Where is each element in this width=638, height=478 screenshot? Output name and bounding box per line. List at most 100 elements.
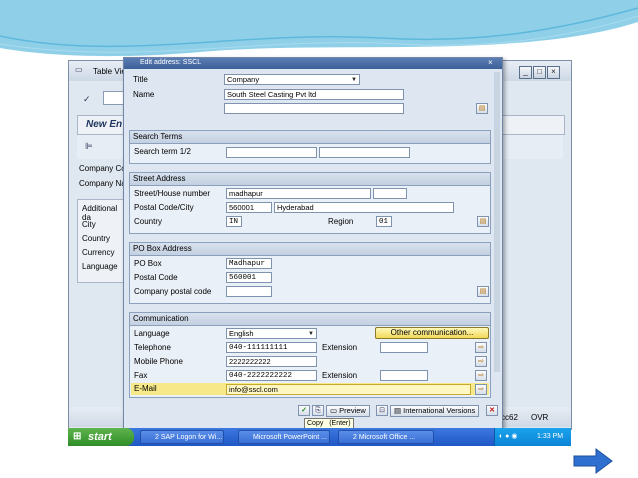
fax-extension-field[interactable] [380,370,428,381]
start-button[interactable]: ⊞ start [68,428,134,446]
city-value: Hyderabad [277,203,314,212]
dialog-title: Edit address: SSCL [140,59,202,66]
close-icon[interactable]: × [547,66,560,79]
postal-city-label: Postal Code/City [134,203,194,212]
bg-label-city: City [82,220,96,229]
task-powerpoint[interactable]: Microsoft PowerPoint ... [238,430,330,444]
layout-icon[interactable]: ⊫ [85,141,93,152]
task-office-label: 2 Microsoft Office ... [353,434,416,441]
international-versions-button[interactable]: ▤ International Versions [390,405,480,417]
country-value: IN [229,218,239,226]
telephone-value: 040-111111111 [229,344,288,352]
command-field[interactable] [103,91,125,105]
language-select[interactable]: English [226,328,317,339]
email-field[interactable]: info@sscl.com [226,384,471,395]
country-field[interactable]: IN [226,216,242,227]
search-term-2-field[interactable] [319,147,410,158]
postal-code-field[interactable]: 560001 [226,202,272,213]
status-mode: OVR [531,413,549,422]
other-communication-button[interactable]: Other communication... [375,327,489,339]
telephone-more-icon[interactable]: ⇨ [475,342,487,353]
company-postal-label: Company postal code [134,287,212,296]
task-powerpoint-label: Microsoft PowerPoint ... [253,434,327,441]
mobile-field[interactable]: 2222222222 [226,356,317,367]
po-more-fields-icon[interactable]: ▤ [477,286,489,297]
banner-title: New En [86,119,123,130]
windows-logo-icon: ⊞ [73,431,82,442]
tray-icons[interactable]: ◐ ● ◉ [499,428,517,446]
language-value: English [229,329,254,338]
telephone-extension-field[interactable] [380,342,428,353]
street-value: madhapur [229,189,263,198]
fax-more-icon[interactable]: ⇨ [475,370,487,381]
bg-label-country: Country [82,234,111,243]
bg-label-company-name: Company Nar [79,179,129,188]
po-postal-value: 560001 [229,274,257,282]
name-field-2[interactable] [224,103,404,114]
street-address-header: Street Address [130,173,490,186]
search-terms-header: Search Terms [130,131,490,144]
communication-group: Communication Language English Other com… [129,312,491,398]
lock-icon[interactable]: ⊡ [376,405,388,416]
street-label: Street/House number [134,189,211,198]
company-postal-field[interactable] [226,286,272,297]
region-field[interactable]: 01 [376,216,392,227]
maximize-icon[interactable]: □ [533,66,546,79]
dialog-close-icon[interactable]: × [488,58,493,67]
street-more-fields-icon[interactable]: ▤ [477,216,489,227]
mobile-more-icon[interactable]: ⇨ [475,356,487,367]
telephone-label: Telephone [134,343,171,352]
international-versions-label: International Versions [403,406,476,415]
region-label: Region [328,217,354,226]
copy-icon[interactable]: ⎘ [312,405,324,416]
po-box-label: PO Box [134,259,162,268]
task-office[interactable]: 2 Microsoft Office ... [338,430,434,444]
enter-check-icon[interactable]: ✓ [83,94,91,105]
fax-extension-label: Extension [322,371,358,380]
dialog-scrollbar[interactable] [494,72,500,372]
name-field[interactable]: South Steel Casting Pvt ltd [224,89,404,100]
bg-label-company-code: Company Co [79,164,126,173]
edit-address-dialog: Edit address: SSCL × Title Company Name … [123,57,503,430]
region-value: 01 [379,218,389,226]
search-term-1-field[interactable] [226,147,317,158]
telephone-field[interactable]: 040-111111111 [226,342,317,353]
minimize-icon[interactable]: _ [519,66,532,79]
tray-clock: 1:33 PM [537,433,564,440]
title-select[interactable]: Company [224,74,360,85]
task-sap-logon[interactable]: 2 SAP Logon for Wi... [140,430,224,444]
postal-code-value: 560001 [229,203,255,212]
fax-field[interactable]: 040-2222222222 [226,370,317,381]
confirm-check-icon[interactable]: ✓ [298,405,310,416]
name-label: Name [133,90,155,99]
search-term-label: Search term 1/2 [134,147,191,156]
task-sap-logon-label: 2 SAP Logon for Wi... [155,434,223,441]
preview-icon: ▭ [330,406,340,415]
po-box-header: PO Box Address [130,243,490,256]
preview-button[interactable]: ▭ Preview [326,405,370,417]
more-fields-icon[interactable]: ▤ [476,103,488,114]
windows-taskbar: ⊞ start 2 SAP Logon for Wi... Microsoft … [68,428,571,446]
background-window-title: Table Vie [93,67,126,76]
status-system: cc62 [501,413,518,422]
house-number-field[interactable] [373,188,407,199]
street-address-group: Street Address Street/House number madha… [129,172,491,234]
city-field[interactable]: Hyderabad [274,202,454,213]
tooltip-copy: Copy [307,420,324,427]
title-value: Company [227,75,260,84]
language-label: Language [134,329,170,338]
cancel-x-icon[interactable]: ✕ [486,405,498,416]
po-box-value: Madhapur [229,260,266,268]
extension-label: Extension [322,343,358,352]
street-field[interactable]: madhapur [226,188,371,199]
po-box-field[interactable]: Madhapur [226,258,272,269]
po-postal-field[interactable]: 560001 [226,272,272,283]
bg-label-language: Language [82,262,118,271]
next-slide-arrow-icon[interactable] [572,448,614,474]
email-value: info@sscl.com [229,385,278,394]
email-more-icon[interactable]: ⇨ [475,384,487,395]
start-label: start [88,431,112,443]
po-postal-label: Postal Code [134,273,178,282]
fax-value: 040-2222222222 [229,372,293,380]
mobile-label: Mobile Phone [134,357,183,366]
